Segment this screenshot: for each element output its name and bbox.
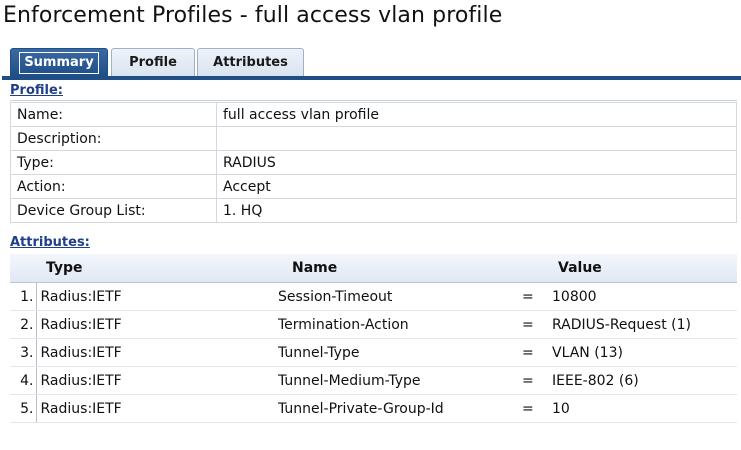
- profile-key: Name:: [10, 102, 217, 127]
- profile-value: Accept: [216, 174, 737, 199]
- row-value: IEEE-802 (6): [548, 366, 737, 395]
- page: Enforcement Profiles - full access vlan …: [0, 0, 741, 450]
- row-type: Radius:IETF: [36, 366, 274, 395]
- profile-row: Device Group List: 1. HQ: [10, 198, 737, 223]
- row-value: 10: [548, 394, 737, 423]
- row-name: Session-Timeout: [274, 282, 518, 311]
- profile-row: Description:: [10, 126, 737, 151]
- row-number: 1.: [10, 282, 37, 311]
- row-name: Tunnel-Type: [274, 338, 518, 367]
- tab-attributes[interactable]: Attributes: [197, 48, 304, 76]
- table-row: 4. Radius:IETF Tunnel-Medium-Type = IEEE…: [10, 366, 737, 395]
- row-operator: =: [518, 366, 548, 395]
- row-number: 2.: [10, 310, 37, 339]
- tab-attributes-label: Attributes: [213, 55, 288, 70]
- row-name: Termination-Action: [274, 310, 518, 339]
- profile-row: Name: full access vlan profile: [10, 102, 737, 127]
- profile-table: Name: full access vlan profile Descripti…: [10, 102, 737, 223]
- profile-key: Type:: [10, 150, 217, 175]
- table-row: 1. Radius:IETF Session-Timeout = 10800: [10, 282, 737, 311]
- table-row: 2. Radius:IETF Termination-Action = RADI…: [10, 310, 737, 339]
- row-type: Radius:IETF: [36, 310, 274, 339]
- profile-row: Type: RADIUS: [10, 150, 737, 175]
- row-type: Radius:IETF: [36, 394, 274, 423]
- header-num: [10, 254, 36, 283]
- header-name: Name: [274, 254, 518, 283]
- profile-row: Action: Accept: [10, 174, 737, 199]
- row-operator: =: [518, 338, 548, 367]
- profile-section-title: Profile:: [10, 83, 63, 98]
- row-number: 3.: [10, 338, 37, 367]
- table-row: 5. Radius:IETF Tunnel-Private-Group-Id =…: [10, 394, 737, 423]
- row-value: RADIUS-Request (1): [548, 310, 737, 339]
- row-type: Radius:IETF: [36, 338, 274, 367]
- header-op: [518, 254, 548, 283]
- row-value: VLAN (13): [548, 338, 737, 367]
- profile-key: Device Group List:: [10, 198, 217, 223]
- tab-summary-label: Summary: [19, 51, 99, 74]
- tab-profile[interactable]: Profile: [111, 48, 195, 76]
- row-number: 5.: [10, 394, 37, 423]
- page-title: Enforcement Profiles - full access vlan …: [3, 3, 503, 28]
- header-value: Value: [548, 254, 737, 283]
- row-operator: =: [518, 310, 548, 339]
- profile-value: 1. HQ: [216, 198, 737, 223]
- attributes-header-row: Type Name Value: [10, 254, 737, 283]
- row-name: Tunnel-Medium-Type: [274, 366, 518, 395]
- row-value: 10800: [548, 282, 737, 311]
- profile-value: RADIUS: [216, 150, 737, 175]
- table-row: 3. Radius:IETF Tunnel-Type = VLAN (13): [10, 338, 737, 367]
- row-operator: =: [518, 394, 548, 423]
- tab-profile-label: Profile: [129, 55, 177, 70]
- profile-value: full access vlan profile: [216, 102, 737, 127]
- row-name: Tunnel-Private-Group-Id: [274, 394, 518, 423]
- tab-bar: Summary Profile Attributes: [2, 46, 741, 80]
- row-type: Radius:IETF: [36, 282, 274, 311]
- attributes-section-title: Attributes:: [10, 235, 90, 250]
- tab-summary[interactable]: Summary: [10, 48, 108, 76]
- header-type: Type: [36, 254, 274, 283]
- attributes-table: Type Name Value 1. Radius:IETF Session-T…: [10, 254, 737, 423]
- profile-key: Action:: [10, 174, 217, 199]
- row-number: 4.: [10, 366, 37, 395]
- profile-value: [216, 126, 737, 151]
- row-operator: =: [518, 282, 548, 311]
- profile-section-divider: [10, 100, 737, 101]
- profile-key: Description:: [10, 126, 217, 151]
